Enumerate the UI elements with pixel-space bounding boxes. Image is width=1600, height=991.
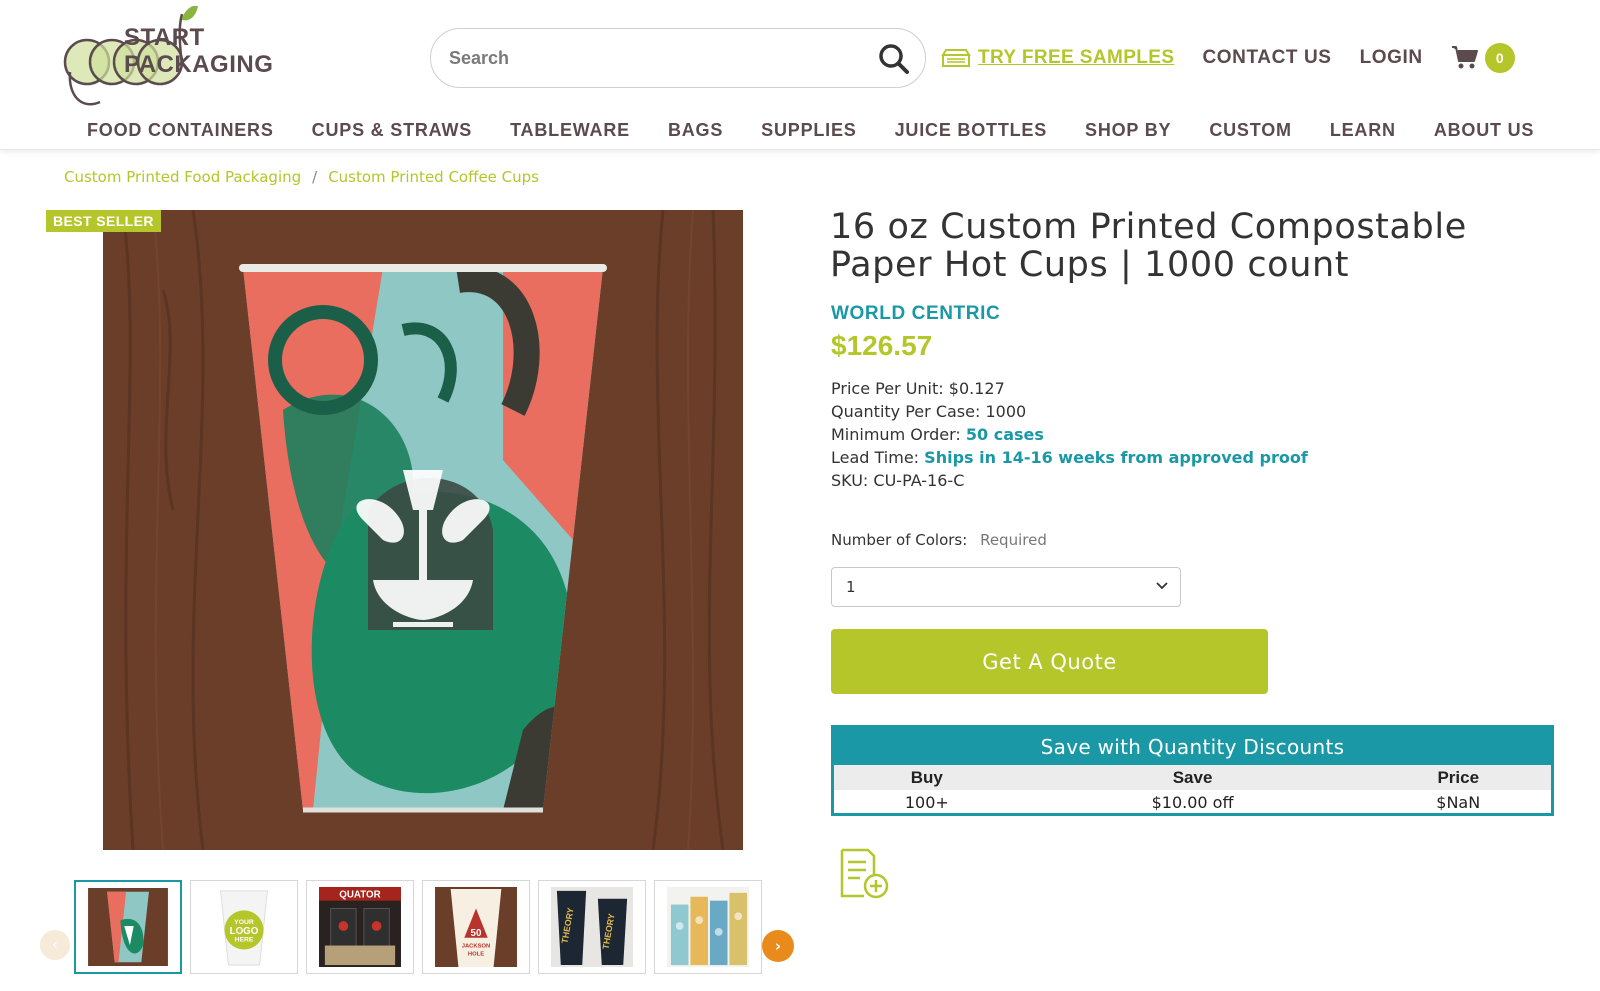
cell-save: $10.00 off: [1151, 792, 1234, 812]
thumb-logo-cup: YOUR LOGO HERE: [220, 890, 268, 966]
spec-label: Price Per Unit:: [831, 379, 944, 398]
cart-button[interactable]: 0: [1451, 43, 1515, 73]
logo-word-packaging: PACKAGING: [124, 51, 274, 78]
discount-table-title: Save with Quantity Discounts: [834, 728, 1551, 765]
product-main-image[interactable]: [103, 210, 743, 850]
search-input[interactable]: [449, 39, 869, 77]
nav-item-food-containers[interactable]: FOOD CONTAINERS: [87, 120, 274, 141]
best-seller-badge: BEST SELLER: [46, 210, 161, 232]
spec-minimum-order: Minimum Order: 50 cases: [831, 423, 1308, 446]
search-bar: [430, 28, 926, 88]
thumbnail-item[interactable]: THEORY THEORY: [538, 880, 646, 974]
spec-label: Minimum Order:: [831, 425, 961, 444]
try-free-samples-label: TRY FREE SAMPLES: [978, 47, 1175, 68]
spec-value: CU-PA-16-C: [873, 471, 965, 490]
cell-buy: 100+: [904, 792, 949, 812]
thumbnail-item[interactable]: 50 JACKSON HOLE: [422, 880, 530, 974]
login-link[interactable]: LOGIN: [1360, 47, 1423, 69]
arrow-left-icon[interactable]: ‹: [40, 930, 70, 960]
try-free-samples-link[interactable]: TRY FREE SAMPLES: [940, 47, 1174, 69]
nav-item-learn[interactable]: LEARN: [1330, 120, 1396, 141]
select-value: 1: [846, 578, 856, 596]
logo-word-start: START: [124, 24, 205, 51]
product-specs: Price Per Unit: $0.127 Quantity Per Case…: [831, 377, 1308, 492]
thumb-theory-cups: THEORY THEORY: [551, 887, 633, 967]
thumb-cup-pattern: [88, 888, 168, 966]
nav-item-supplies[interactable]: SUPPLIES: [761, 120, 856, 141]
table-row: 100+ $10.00 off $NaN: [834, 790, 1551, 814]
thumb-logo-line-2: LOGO: [230, 926, 259, 937]
thumbnail-item[interactable]: [654, 880, 762, 974]
column-header-price: Price: [1365, 765, 1551, 790]
cup-photo: [103, 210, 743, 850]
get-a-quote-button[interactable]: Get A Quote: [831, 629, 1268, 694]
cart-count-badge: 0: [1484, 43, 1515, 73]
nav-item-bags[interactable]: BAGS: [668, 120, 723, 141]
product-title: 16 oz Custom Printed Compostable Paper H…: [830, 207, 1467, 285]
thumbnail-item[interactable]: [74, 880, 182, 974]
nav-item-cups-straws[interactable]: CUPS & STRAWS: [312, 120, 472, 141]
column-header-save: Save: [1019, 765, 1366, 790]
thumb-carrier-cups: QUATOR: [319, 887, 401, 967]
search-icon[interactable]: [877, 42, 911, 76]
option-label-text: Number of Colors:: [831, 531, 968, 549]
spec-quantity-per-case: Quantity Per Case: 1000: [831, 400, 1308, 423]
spec-lead-time: Lead Time: Ships in 14-16 weeks from app…: [831, 446, 1308, 469]
nav-item-tableware[interactable]: TABLEWARE: [510, 120, 630, 141]
spec-value: 50 cases: [965, 425, 1044, 444]
top-links: TRY FREE SAMPLES CONTACT US LOGIN 0: [940, 43, 1515, 73]
chevron-down-icon: [1156, 582, 1168, 590]
product-price: $126.57: [831, 330, 933, 361]
product-brand-link[interactable]: WORLD CENTRIC: [831, 303, 1000, 325]
cell-price: $NaN: [1436, 792, 1481, 812]
arrow-right-icon[interactable]: ›: [762, 930, 794, 962]
thumbnail-item[interactable]: YOUR LOGO HERE: [190, 880, 298, 974]
thumbnail-strip: YOUR LOGO HERE QUATOR 50 JACKSON HOLE TH…: [74, 880, 762, 976]
cart-icon: [1451, 46, 1478, 69]
main-navigation: FOOD CONTAINERS CUPS & STRAWS TABLEWARE …: [0, 114, 1600, 150]
spec-value: Ships in 14-16 weeks from approved proof: [924, 448, 1308, 467]
breadcrumb: Custom Printed Food Packaging / Custom P…: [64, 168, 539, 186]
spec-price-per-unit: Price Per Unit: $0.127: [831, 377, 1308, 400]
number-of-colors-select[interactable]: 1: [831, 567, 1181, 607]
thumb-50-text: 50: [471, 928, 482, 939]
nav-item-about-us[interactable]: ABOUT US: [1434, 120, 1534, 141]
spec-label: Quantity Per Case:: [831, 402, 981, 421]
thumb-logo-line-3: HERE: [235, 937, 254, 944]
required-indicator: Required: [980, 531, 1047, 549]
spec-value: $0.127: [948, 379, 1005, 398]
spec-value: 1000: [985, 402, 1027, 421]
thumbnail-item[interactable]: QUATOR: [306, 880, 414, 974]
spec-label: Lead Time:: [831, 448, 920, 467]
nav-item-shop-by[interactable]: SHOP BY: [1085, 120, 1171, 141]
breadcrumb-link-coffee-cups[interactable]: Custom Printed Coffee Cups: [328, 168, 539, 186]
thumb-equator-text: QUATOR: [339, 890, 380, 901]
thumb-hole-text: HOLE: [468, 951, 484, 957]
sample-box-icon: [941, 49, 971, 67]
thumb-jackson-text: JACKSON: [462, 943, 491, 949]
column-header-buy: Buy: [834, 765, 1020, 790]
nav-item-custom[interactable]: CUSTOM: [1209, 120, 1291, 141]
quantity-discount-table: Save with Quantity Discounts Buy Save Pr…: [831, 725, 1554, 816]
breadcrumb-separator: /: [312, 168, 318, 186]
nav-item-juice-bottles[interactable]: JUICE BOTTLES: [895, 120, 1047, 141]
contact-us-link[interactable]: CONTACT US: [1202, 47, 1331, 69]
thumb-patterned-cups: [667, 887, 749, 967]
spec-label: SKU:: [831, 471, 869, 490]
spec-sku: SKU: CU-PA-16-C: [831, 469, 1308, 492]
thumb-jackson-hole-cup: 50 JACKSON HOLE: [435, 887, 517, 967]
number-of-colors-label: Number of Colors: Required: [831, 531, 1047, 549]
add-to-list-icon[interactable]: [838, 848, 890, 900]
breadcrumb-link-food-packaging[interactable]: Custom Printed Food Packaging: [64, 168, 301, 186]
